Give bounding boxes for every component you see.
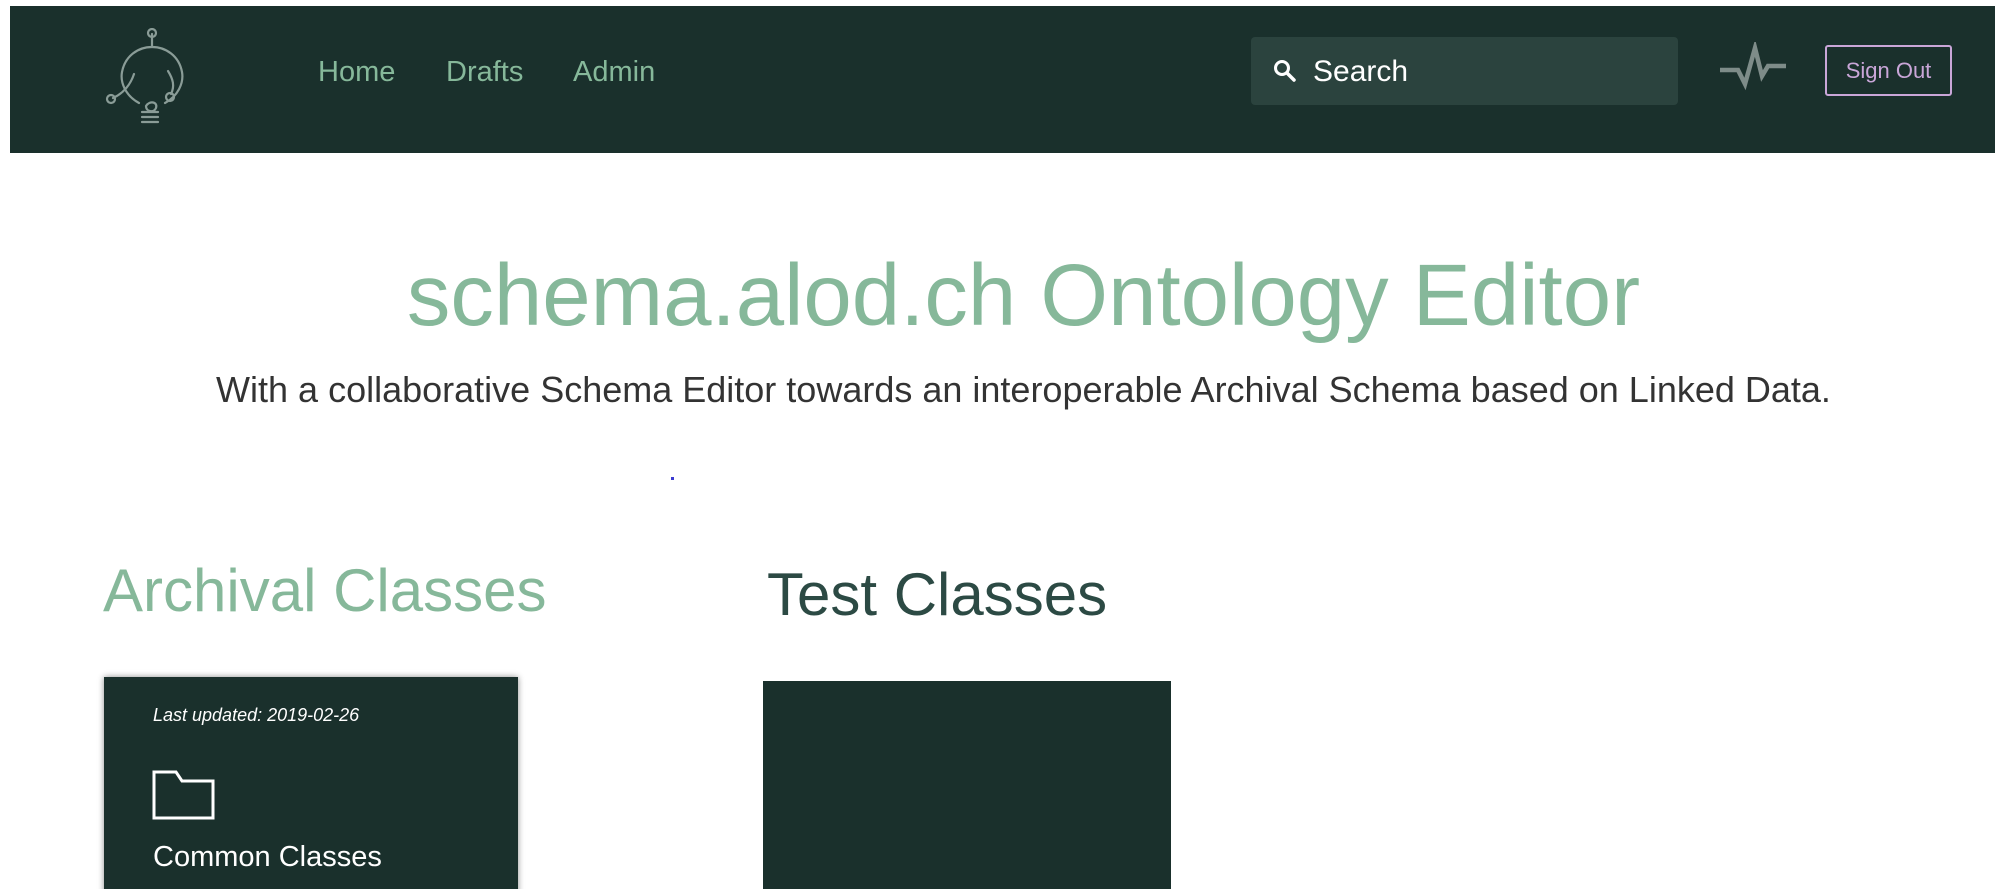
folder-icon [152, 770, 215, 820]
archival-classes-heading: Archival Classes [103, 557, 547, 624]
nav-home-link[interactable]: Home [318, 56, 395, 89]
test-classes-heading: Test Classes [767, 561, 1108, 628]
card-last-updated: Last updated: 2019-02-26 [153, 705, 360, 725]
decorative-dot [671, 477, 674, 480]
navbar: Home Drafts Admin Sign Out [10, 6, 1995, 153]
test-classes-card[interactable] [763, 681, 1171, 889]
pulse-icon[interactable] [1720, 42, 1786, 94]
search-icon [1274, 60, 1296, 82]
page: Home Drafts Admin Sign Out schema.alod.c… [0, 0, 1995, 889]
sign-out-button[interactable]: Sign Out [1825, 45, 1952, 96]
common-classes-card[interactable]: Last updated: 2019-02-26 Common Classes [104, 677, 518, 889]
search-input[interactable] [1311, 37, 1665, 107]
lightbulb-logo-icon[interactable] [102, 28, 202, 128]
card-title: Common Classes [153, 841, 382, 873]
page-title: schema.alod.ch Ontology Editor [406, 247, 1641, 344]
search-box[interactable] [1251, 37, 1678, 107]
nav-drafts-link[interactable]: Drafts [446, 56, 523, 89]
page-subtitle: With a collaborative Schema Editor towar… [216, 369, 1831, 410]
nav-admin-link[interactable]: Admin [573, 56, 655, 89]
